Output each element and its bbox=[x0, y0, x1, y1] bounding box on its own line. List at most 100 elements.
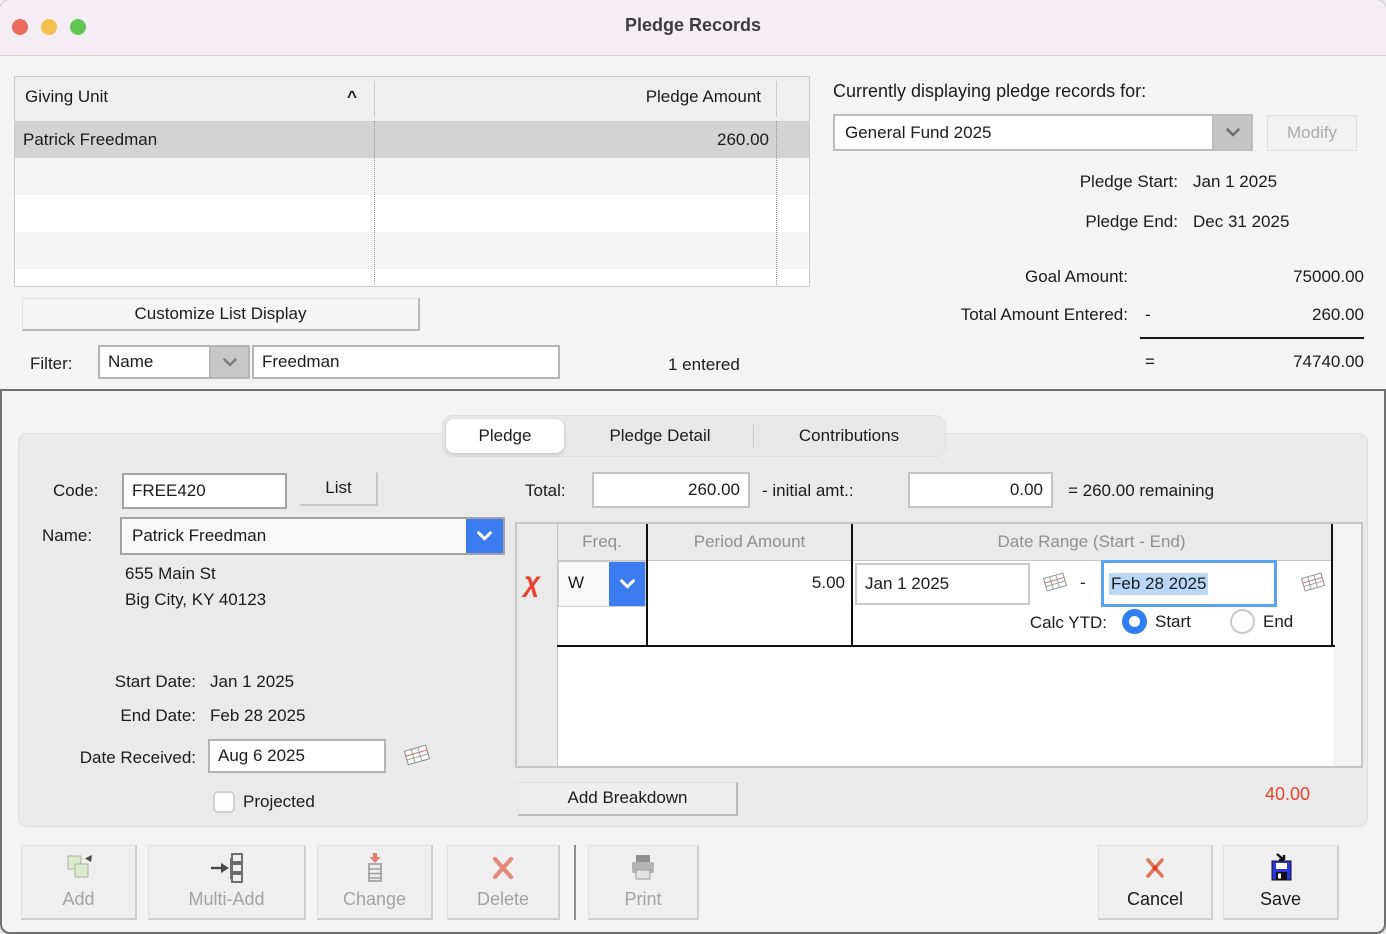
column-header-period-amount: Period Amount bbox=[647, 532, 852, 552]
column-header-pledge-amount[interactable]: Pledge Amount bbox=[475, 87, 761, 107]
modify-button[interactable]: Modify bbox=[1267, 115, 1357, 151]
calc-ytd-start-label[interactable]: Start bbox=[1155, 612, 1191, 632]
cancel-icon bbox=[1139, 852, 1171, 884]
calendar-picker-icon[interactable] bbox=[402, 743, 432, 767]
projected-checkbox[interactable] bbox=[213, 791, 235, 813]
chevron-down-icon bbox=[620, 579, 635, 589]
giving-unit-table-header: Giving Unit ^ Pledge Amount bbox=[15, 77, 809, 122]
tab-pledge[interactable]: Pledge bbox=[446, 419, 564, 453]
calc-ytd-end-radio[interactable] bbox=[1230, 609, 1255, 634]
chevron-down-icon bbox=[477, 531, 492, 541]
pledge-start-label: Pledge Start: bbox=[950, 172, 1178, 192]
address-line1: 655 Main St bbox=[125, 564, 216, 584]
change-icon bbox=[360, 852, 390, 884]
save-button[interactable]: Save bbox=[1223, 845, 1339, 920]
chevron-down-icon bbox=[1226, 128, 1240, 137]
code-label: Code: bbox=[53, 481, 98, 501]
calc-ytd-start-radio[interactable] bbox=[1122, 609, 1147, 634]
filter-label: Filter: bbox=[30, 354, 73, 374]
date-end-selected-text: Feb 28 2025 bbox=[1109, 573, 1208, 595]
calc-ytd-label: Calc YTD: bbox=[937, 613, 1107, 633]
table-row-empty bbox=[15, 158, 809, 195]
pledge-start-value: Jan 1 2025 bbox=[1193, 172, 1277, 192]
tab-pledge-detail[interactable]: Pledge Detail bbox=[567, 416, 753, 456]
delete-icon bbox=[487, 852, 519, 884]
pledge-amount-cell: 260.00 bbox=[375, 121, 777, 150]
breakdown-table: Freq. Period Amount Date Range (Start - … bbox=[515, 522, 1363, 768]
name-select-value: Patrick Freedman bbox=[132, 526, 266, 546]
address-line2: Big City, KY 40123 bbox=[125, 590, 266, 610]
calendar-picker-icon[interactable] bbox=[1041, 571, 1069, 593]
fund-select-value: General Fund 2025 bbox=[845, 123, 992, 143]
table-row-empty bbox=[15, 269, 809, 286]
add-breakdown-button[interactable]: Add Breakdown bbox=[518, 782, 738, 816]
list-button[interactable]: List bbox=[300, 472, 378, 506]
start-date-label: Start Date: bbox=[60, 672, 196, 692]
fund-select[interactable]: General Fund 2025 bbox=[833, 114, 1253, 151]
initial-amt-input[interactable] bbox=[908, 472, 1053, 508]
remaining-text: = 260.00 remaining bbox=[1068, 481, 1214, 501]
title-bar: Pledge Records bbox=[0, 0, 1386, 56]
sort-caret-icon: ^ bbox=[347, 87, 357, 107]
filter-field-value: Name bbox=[108, 352, 153, 372]
breakdown-footer-amount: 40.00 bbox=[1150, 784, 1310, 805]
change-button[interactable]: Change bbox=[317, 845, 433, 920]
breakdown-table-header: Freq. Period Amount Date Range (Start - … bbox=[517, 524, 1361, 561]
date-received-label: Date Received: bbox=[36, 748, 196, 768]
multi-add-button[interactable]: Multi-Add bbox=[148, 845, 306, 920]
delete-row-chi-icon[interactable]: χ bbox=[524, 566, 540, 598]
date-range-dash: - bbox=[1080, 573, 1086, 593]
initial-amt-label: - initial amt.: bbox=[762, 481, 854, 501]
end-date-label: End Date: bbox=[60, 706, 196, 726]
date-received-input[interactable] bbox=[208, 739, 386, 773]
calc-ytd-end-label[interactable]: End bbox=[1263, 612, 1293, 632]
filter-field-select[interactable]: Name bbox=[98, 345, 250, 379]
goal-amount-value: 75000.00 bbox=[1150, 267, 1364, 287]
freq-select-chevron-button[interactable] bbox=[609, 562, 645, 606]
filter-field-chevron-button[interactable] bbox=[209, 347, 248, 377]
pledge-records-window: Pledge Records Giving Unit ^ Pledge Amou… bbox=[0, 0, 1386, 934]
window-title: Pledge Records bbox=[0, 15, 1386, 36]
total-amount-entered-label: Total Amount Entered: bbox=[860, 305, 1128, 325]
name-select-chevron-button[interactable] bbox=[466, 519, 503, 553]
add-icon bbox=[62, 852, 96, 884]
add-button[interactable]: Add bbox=[21, 845, 137, 920]
delete-button[interactable]: Delete bbox=[447, 845, 560, 920]
freq-select[interactable]: W bbox=[558, 561, 646, 607]
breakdown-scrollbar-track[interactable] bbox=[1333, 524, 1361, 766]
date-end-input[interactable]: Feb 28 2025 bbox=[1101, 560, 1277, 607]
customize-list-display-button[interactable]: Customize List Display bbox=[22, 298, 420, 331]
multi-add-icon bbox=[209, 852, 245, 884]
total-label: Total: bbox=[525, 481, 566, 501]
calendar-picker-icon[interactable] bbox=[1299, 571, 1327, 593]
giving-unit-table: Giving Unit ^ Pledge Amount Patrick Free… bbox=[14, 76, 810, 287]
fund-select-chevron-button[interactable] bbox=[1212, 116, 1251, 149]
name-label: Name: bbox=[42, 526, 92, 546]
filter-input[interactable] bbox=[252, 345, 560, 379]
code-input[interactable] bbox=[122, 473, 287, 509]
tab-contributions[interactable]: Contributions bbox=[754, 416, 944, 456]
total-amount-entered-value: 260.00 bbox=[1150, 305, 1364, 325]
projected-label: Projected bbox=[243, 792, 315, 812]
remaining-goal-value: 74740.00 bbox=[1150, 352, 1364, 372]
print-icon bbox=[627, 852, 659, 884]
column-header-date-range: Date Range (Start - End) bbox=[852, 532, 1331, 552]
period-amount-value[interactable]: 5.00 bbox=[657, 573, 845, 593]
fund-heading: Currently displaying pledge records for: bbox=[833, 81, 1146, 102]
table-row-empty bbox=[15, 195, 809, 232]
entered-count: 1 entered bbox=[668, 355, 740, 375]
date-start-input[interactable] bbox=[855, 563, 1030, 605]
freq-select-value: W bbox=[568, 573, 584, 593]
end-date-value: Feb 28 2025 bbox=[210, 706, 305, 726]
giving-unit-cell: Patrick Freedman bbox=[15, 121, 165, 150]
cancel-button[interactable]: Cancel bbox=[1098, 845, 1213, 920]
column-header-giving-unit[interactable]: Giving Unit bbox=[25, 87, 108, 107]
total-input[interactable] bbox=[592, 472, 750, 508]
name-select[interactable]: Patrick Freedman bbox=[120, 517, 505, 555]
column-header-freq: Freq. bbox=[557, 532, 647, 552]
breakdown-row-action-column bbox=[517, 524, 558, 766]
table-row-selected[interactable]: Patrick Freedman 260.00 bbox=[15, 121, 809, 158]
tab-bar: Pledge Pledge Detail Contributions bbox=[442, 415, 946, 457]
pledge-end-label: Pledge End: bbox=[950, 212, 1178, 232]
print-button[interactable]: Print bbox=[588, 845, 699, 920]
